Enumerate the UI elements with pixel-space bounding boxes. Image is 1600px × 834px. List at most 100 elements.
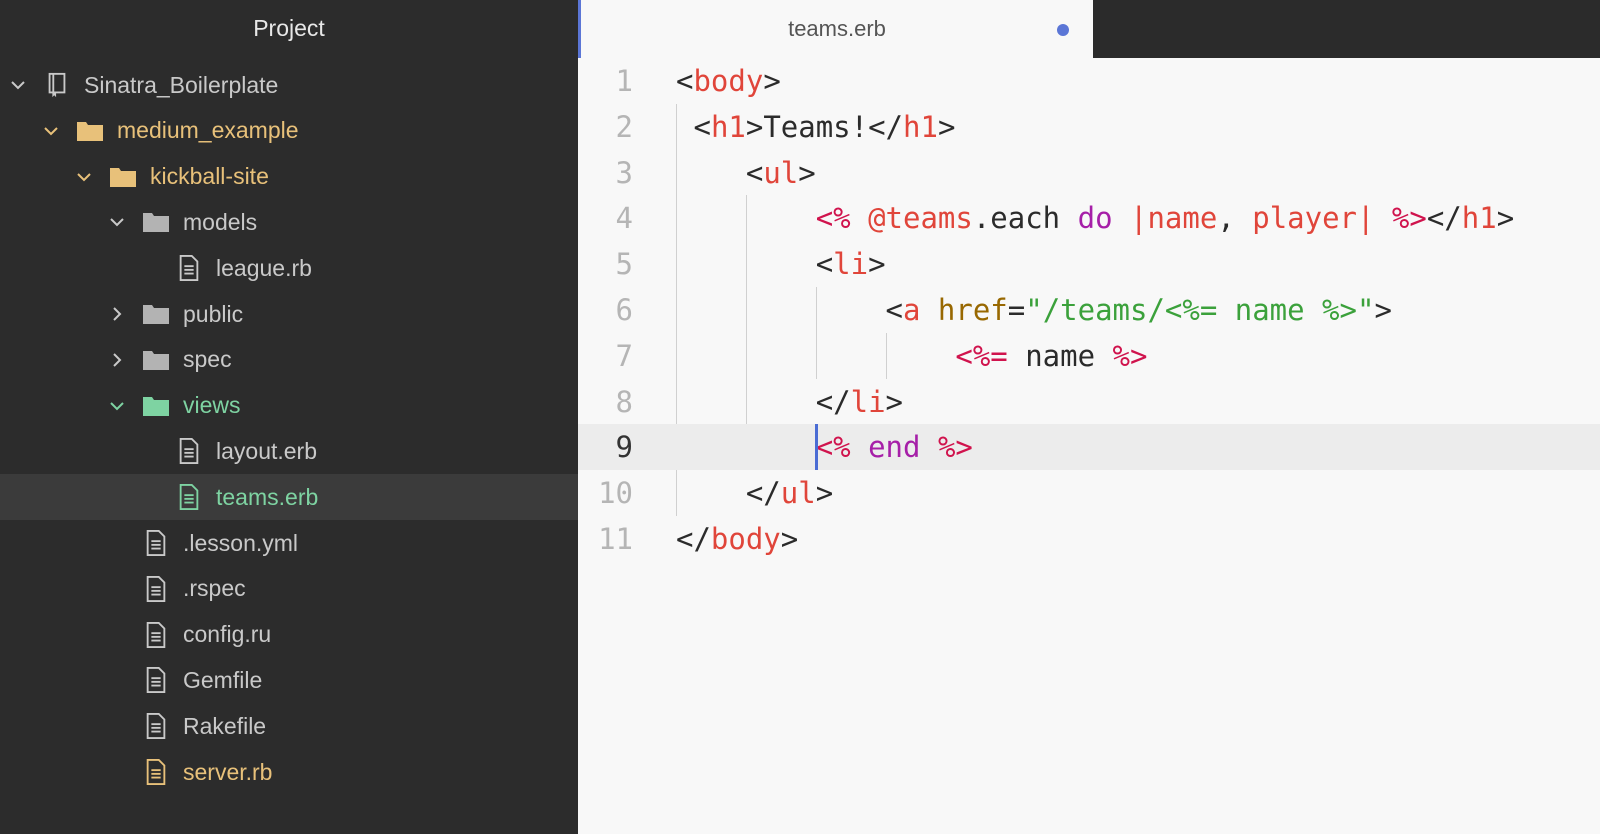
code-token: < [693,109,711,144]
code-token: </ [1426,201,1462,236]
code-token: end [868,430,921,465]
line-code: <a href="/teams/<%= name %>"> [676,287,1392,333]
tab-teams-erb[interactable]: teams.erb [578,0,1093,58]
file-text-icon [174,438,204,465]
tree-item-server-rb[interactable]: server.rb [0,749,578,795]
line-number: 2 [615,109,633,144]
code-token: </ [868,109,904,144]
chevron-down-icon[interactable] [107,212,127,232]
code-token: name [1007,338,1113,373]
code-token: %> [1391,201,1427,236]
folder-icon [141,347,171,373]
code-token: %> [1112,338,1148,373]
code-token: %> [937,430,973,465]
line-code: </li> [676,379,903,425]
tree-item-gemfile[interactable]: Gemfile [0,657,578,703]
line-code: </body> [676,516,798,562]
tree-item-spec[interactable]: spec [0,337,578,383]
line-code: <body> [676,58,781,104]
file-text-icon [174,255,204,282]
tree-item-teams-erb[interactable]: teams.erb [0,474,578,521]
tree-item-medium-example[interactable]: medium_example [0,108,578,154]
tree-item-label: layout.erb [216,437,318,464]
line-number: 8 [615,384,633,419]
file-text-icon [141,667,171,694]
line-code: <%= name %> [676,333,1147,379]
code-token: > [798,155,816,190]
code-line[interactable]: 11 </body> [578,516,1600,562]
code-token: body [693,64,764,98]
code-line[interactable]: 7 <%= name %> [578,333,1600,379]
sidebar-title: Project [253,15,325,41]
code-token: > [868,247,886,282]
code-token: </ [745,476,781,511]
text-cursor [815,424,818,471]
code-token: h1 [1461,201,1497,236]
code-line[interactable]: 10 </ul> [578,470,1600,516]
code-line[interactable]: 6 <a href="/teams/<%= name %>"> [578,287,1600,333]
chevron-right-icon[interactable] [107,350,127,370]
chevron-down-icon[interactable] [74,167,94,187]
repo-icon [42,72,72,98]
code-token: > [745,109,764,144]
editor-pane: teams.erb 1 <body> 2 <h1>Teams!</h1> 3 <ul>… [578,0,1600,834]
chevron-down-icon[interactable] [41,121,61,141]
line-code: <h1>Teams!</h1> [676,104,955,150]
tree-item-lesson-yml[interactable]: .lesson.yml [0,520,578,566]
tab-title: teams.erb [788,16,886,41]
line-code: <% end %> [676,424,973,470]
folder-icon [141,209,171,235]
chevron-down-icon[interactable] [107,396,127,416]
code-line[interactable]: 8 </li> [578,379,1600,425]
code-token: > [1374,293,1392,327]
folder-icon [75,118,105,144]
tree-item-kickball-site[interactable]: kickball-site [0,154,578,200]
line-number: 6 [615,293,633,327]
code-line[interactable]: 2 <h1>Teams!</h1> [578,104,1600,150]
code-token: @teams [868,201,973,236]
tree-item-sinatra-boilerplate[interactable]: Sinatra_Boilerplate [0,62,578,108]
code-token: li [850,384,886,419]
folder-icon [141,393,171,419]
tree-item-label: .rspec [183,575,246,602]
code-token: ul [780,476,816,511]
tree-item-views[interactable]: views [0,383,578,429]
tree-item-rakefile[interactable]: Rakefile [0,703,578,749]
code-line[interactable]: 4 <% @teams.each do |name, player| %></h… [578,195,1600,241]
chevron-right-icon[interactable] [107,304,127,324]
tree-item-rspec[interactable]: .rspec [0,566,578,612]
code-token: > [1496,201,1515,236]
tree-item-models[interactable]: models [0,199,578,245]
tree-item-public[interactable]: public [0,291,578,337]
tree-item-label: kickball-site [150,163,269,190]
code-token: |name [1130,201,1218,236]
code-line[interactable]: 9 <% end %> [578,424,1600,471]
tree-item-layout-erb[interactable]: layout.erb [0,428,578,474]
line-number: 10 [598,476,633,511]
code-line[interactable]: 1 <body> [578,58,1600,104]
tree-item-config-ru[interactable]: config.ru [0,612,578,658]
code-line[interactable]: 3 <ul> [578,150,1600,196]
tab-bar: teams.erb [578,0,1600,58]
code-area[interactable]: 1 <body> 2 <h1>Teams!</h1> 3 <ul> 4 <% @team… [578,58,1600,834]
chevron-down-icon[interactable] [8,75,28,95]
tree-item-label: models [183,208,258,235]
tree-item-league-rb[interactable]: league.rb [0,245,578,291]
code-token: .each [972,201,1078,236]
modified-indicator-icon [1057,24,1069,36]
code-line[interactable]: 5 <li> [578,241,1600,287]
